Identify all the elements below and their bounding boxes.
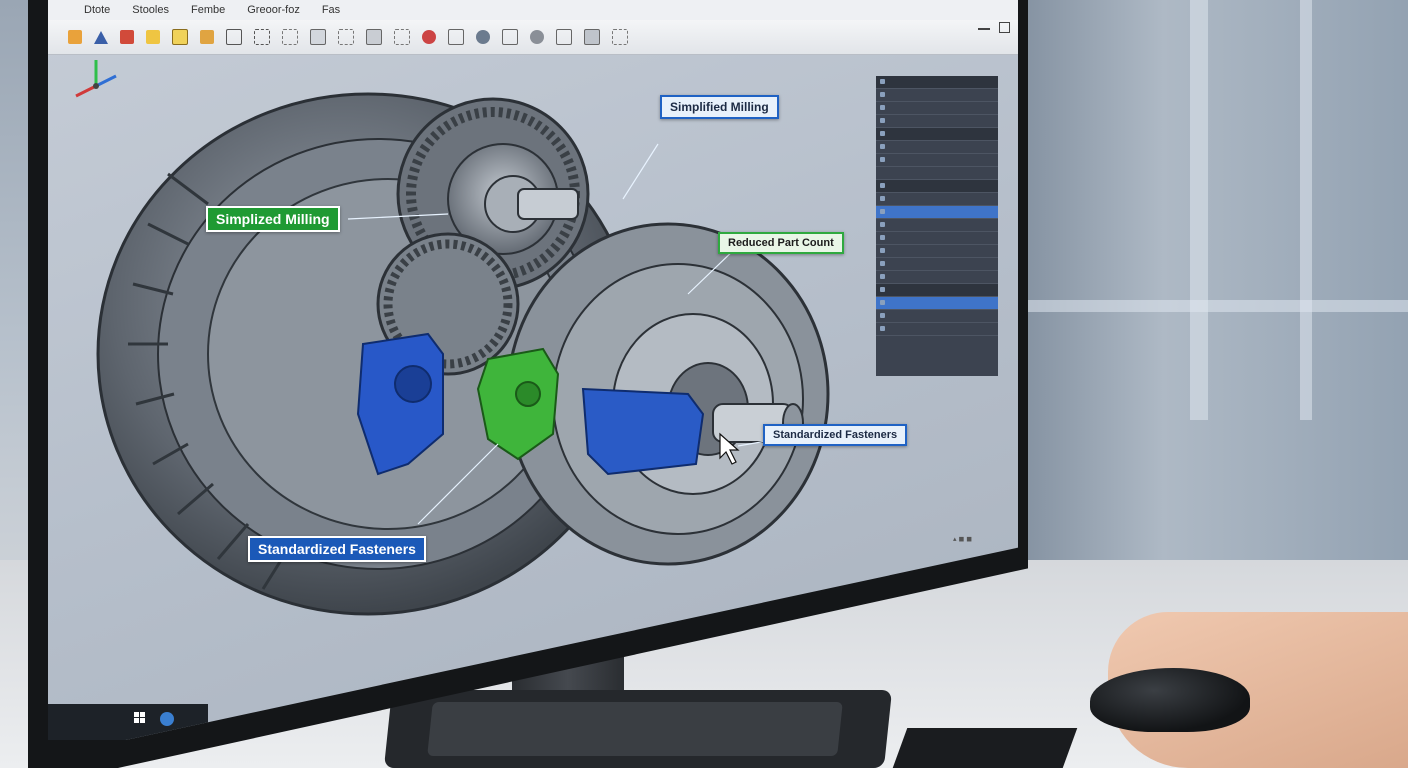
measure-icon[interactable] <box>448 29 464 45</box>
panel-row[interactable] <box>876 167 998 180</box>
material-icon[interactable] <box>422 30 436 44</box>
panel-row[interactable] <box>876 115 998 128</box>
panel-row[interactable] <box>876 310 998 323</box>
ribbon-toolbar: ✕ <box>48 20 1018 55</box>
panel-node-icon <box>880 144 885 149</box>
panel-row[interactable] <box>876 232 998 245</box>
layers-icon[interactable] <box>584 29 600 45</box>
monitor-stand-base-top <box>427 702 843 756</box>
feature-tree-panel <box>876 76 998 376</box>
panel-node-icon <box>880 131 885 136</box>
window-mullion <box>1190 0 1208 420</box>
panel-row[interactable] <box>876 89 998 102</box>
menu-item-greoor-foz[interactable]: Greoor-foz <box>247 4 300 16</box>
render-icon[interactable] <box>612 29 628 45</box>
folder-icon[interactable] <box>146 30 160 44</box>
panel-row[interactable] <box>876 102 998 115</box>
assembly-icon[interactable] <box>502 29 518 45</box>
panel-header[interactable] <box>876 180 998 193</box>
panel-row[interactable] <box>876 271 998 284</box>
office-window-background <box>1000 0 1408 560</box>
keyboard <box>892 728 1078 768</box>
callout-simplified-milling-left[interactable]: Simplized Milling <box>206 206 340 232</box>
pattern-icon[interactable] <box>366 29 382 45</box>
panel-node-icon <box>880 79 885 84</box>
callout-standardized-fasteners-right[interactable]: Standardized Fasteners <box>763 424 908 446</box>
panel-header[interactable] <box>876 128 998 141</box>
menu-bar: Dtote Stooles Fembe Greoor-foz Fas <box>48 0 1018 20</box>
panel-node-icon <box>880 235 885 240</box>
section-icon[interactable] <box>254 29 270 45</box>
panel-node-icon <box>880 287 885 292</box>
menu-item-fembe[interactable]: Fembe <box>191 4 225 16</box>
triangle-sketch-icon[interactable] <box>94 30 108 44</box>
panel-node-icon <box>880 313 885 318</box>
panel-node-icon <box>880 118 885 123</box>
computer-mouse <box>1090 668 1250 732</box>
grid-icon[interactable] <box>310 29 326 45</box>
panel-row[interactable] <box>876 245 998 258</box>
callout-reduced-part-count[interactable]: Reduced Part Count <box>718 232 844 254</box>
maximize-icon[interactable] <box>999 22 1010 33</box>
panel-row-selected[interactable] <box>876 206 998 219</box>
open-file-icon[interactable] <box>68 30 82 44</box>
panel-node-icon <box>880 326 885 331</box>
panel-row-selected[interactable] <box>876 297 998 310</box>
window-mullion <box>1300 0 1312 420</box>
view-box-icon[interactable] <box>226 29 242 45</box>
panel-node-icon <box>880 209 885 214</box>
callout-standardized-fasteners-bottom[interactable]: Standardized Fasteners <box>248 536 426 562</box>
panel-row[interactable] <box>876 258 998 271</box>
panel-node-icon <box>880 300 885 305</box>
panel-row[interactable] <box>876 323 998 336</box>
panel-row[interactable] <box>876 141 998 154</box>
settings-icon[interactable] <box>530 30 544 44</box>
menu-item-fas[interactable]: Fas <box>322 4 340 16</box>
menu-item-dtote[interactable]: Dtote <box>84 4 110 16</box>
minimize-icon[interactable] <box>978 28 990 30</box>
link-icon[interactable] <box>476 30 490 44</box>
system-tray: ▴ ◼ ◼ <box>953 536 973 543</box>
blue-sleeve-part[interactable] <box>581 387 705 476</box>
note-icon[interactable] <box>172 29 188 45</box>
panel-row[interactable] <box>876 154 998 167</box>
search-icon[interactable] <box>160 712 174 726</box>
panel-header[interactable] <box>876 76 998 89</box>
panel-node-icon <box>880 157 885 162</box>
sketch-icon[interactable] <box>200 30 214 44</box>
menu-item-stooles[interactable]: Stooles <box>132 4 169 16</box>
panel-node-icon <box>880 105 885 110</box>
select-region-icon[interactable] <box>282 29 298 45</box>
windows-start-icon[interactable] <box>134 712 146 724</box>
window-transom <box>1000 300 1408 312</box>
mirror-icon[interactable] <box>394 29 410 45</box>
callout-simplified-milling-top[interactable]: Simplified Milling <box>660 95 779 119</box>
table-icon[interactable] <box>556 29 572 45</box>
record-icon[interactable] <box>120 30 134 44</box>
panel-node-icon <box>880 196 885 201</box>
panel-header[interactable] <box>876 284 998 297</box>
panel-row[interactable] <box>876 219 998 232</box>
panel-node-icon <box>880 183 885 188</box>
panel-node-icon <box>880 92 885 97</box>
panel-row[interactable] <box>876 193 998 206</box>
dimension-icon[interactable] <box>338 29 354 45</box>
panel-node-icon <box>880 248 885 253</box>
panel-node-icon <box>880 274 885 279</box>
panel-node-icon <box>880 261 885 266</box>
panel-node-icon <box>880 222 885 227</box>
